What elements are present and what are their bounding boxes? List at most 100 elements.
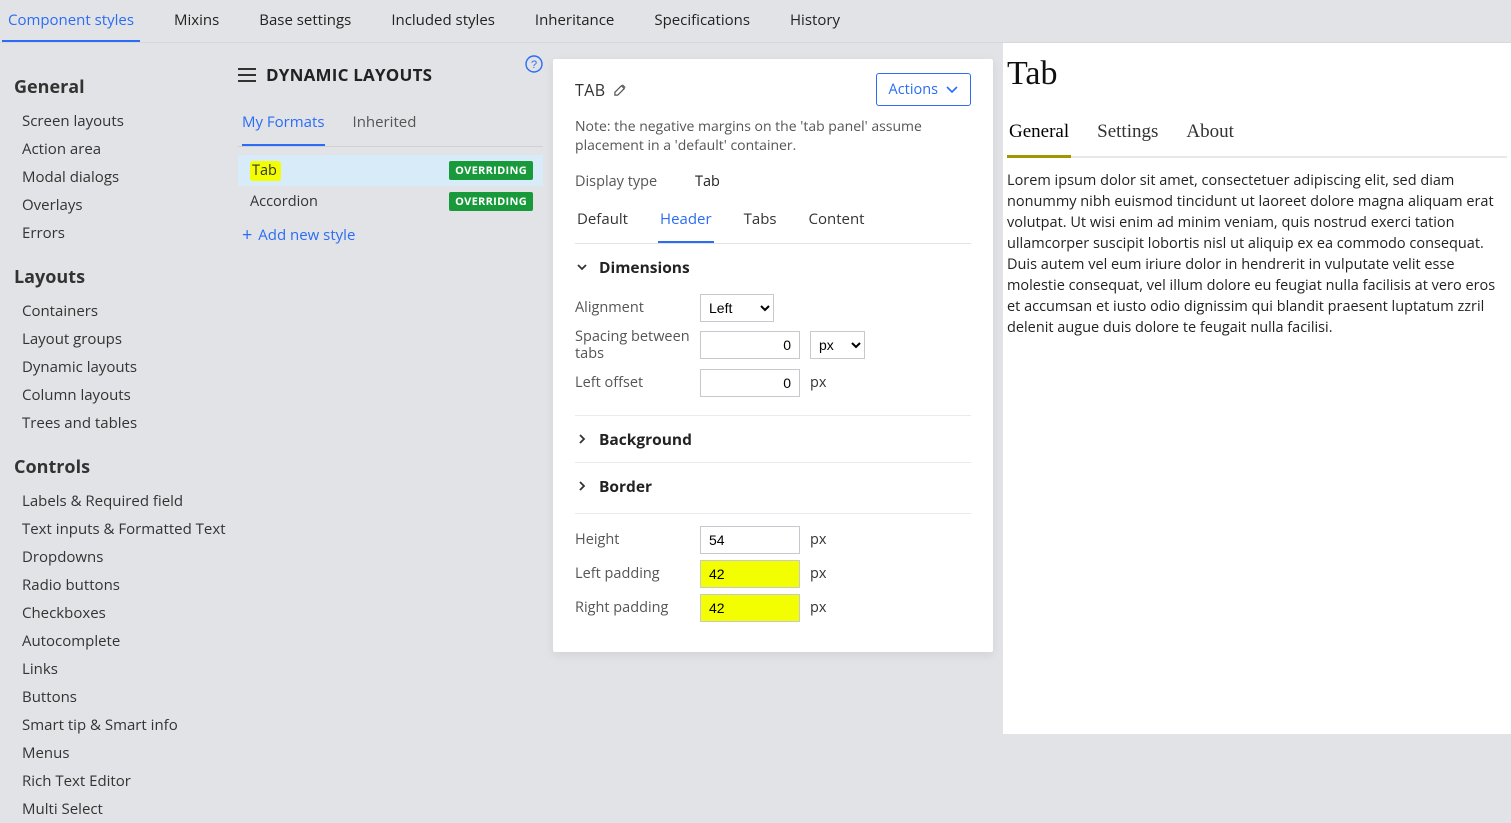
nav-item-rich-text-editor[interactable]: Rich Text Editor (14, 767, 230, 795)
nav-item-autocomplete[interactable]: Autocomplete (14, 627, 230, 655)
format-item-tab[interactable]: TabOVERRIDING (238, 155, 543, 186)
nav-item-smart-tip-smart-info[interactable]: Smart tip & Smart info (14, 711, 230, 739)
section-dimensions: Dimensions Alignment Left Spacing betwee… (575, 244, 971, 416)
left-nav: General Screen layoutsAction areaModal di… (0, 43, 238, 734)
sub-tab-inherited[interactable]: Inherited (353, 104, 417, 146)
nav-item-links[interactable]: Links (14, 655, 230, 683)
panel-title-text: TAB (575, 79, 605, 101)
section-background-title: Background (599, 428, 692, 450)
right-padding-unit: px (810, 598, 826, 617)
top-tab-inheritance[interactable]: Inheritance (529, 6, 620, 42)
section-dimensions-toggle[interactable]: Dimensions (575, 256, 971, 278)
top-tab-included-styles[interactable]: Included styles (385, 6, 501, 42)
spacing-input[interactable] (700, 331, 800, 359)
format-item-label: Accordion (250, 192, 318, 211)
preview-tab-settings[interactable]: Settings (1095, 117, 1160, 156)
height-label: Height (575, 530, 700, 549)
left-offset-label: Left offset (575, 373, 700, 392)
chevron-down-icon (946, 86, 958, 94)
section-border: Border (575, 463, 971, 509)
nav-item-radio-buttons[interactable]: Radio buttons (14, 571, 230, 599)
section-background-toggle[interactable]: Background (575, 428, 971, 450)
add-new-style-label: Add new style (258, 225, 355, 245)
alignment-select[interactable]: Left (700, 294, 774, 322)
preview-tabs: General Settings About (1007, 117, 1507, 158)
nav-item-layout-groups[interactable]: Layout groups (14, 325, 230, 353)
spacing-unit-select[interactable]: px (810, 331, 865, 359)
panel-tab-default[interactable]: Default (575, 201, 630, 243)
display-type-label: Display type (575, 172, 695, 191)
chevron-right-icon (575, 479, 589, 493)
preview-body: Lorem ipsum dolor sit amet, consectetuer… (1007, 158, 1507, 338)
plus-icon: + (242, 228, 252, 242)
svg-text:?: ? (531, 59, 537, 71)
panel-note: Note: the negative margins on the 'tab p… (575, 118, 971, 156)
nav-item-text-inputs-formatted-text[interactable]: Text inputs & Formatted Text (14, 515, 230, 543)
section-background: Background (575, 416, 971, 463)
chevron-down-icon (575, 260, 589, 274)
overriding-badge: OVERRIDING (449, 192, 533, 211)
nav-item-action-area[interactable]: Action area (14, 135, 230, 163)
section-border-toggle[interactable]: Border (575, 475, 971, 497)
chevron-right-icon (575, 432, 589, 446)
nav-item-column-layouts[interactable]: Column layouts (14, 381, 230, 409)
top-tab-component-styles[interactable]: Component styles (2, 6, 140, 42)
preview-title: Tab (1007, 51, 1507, 117)
left-offset-unit: px (810, 373, 826, 392)
top-tab-base-settings[interactable]: Base settings (253, 6, 357, 42)
nav-item-dynamic-layouts[interactable]: Dynamic layouts (14, 353, 230, 381)
left-padding-input[interactable] (700, 560, 800, 588)
top-tab-history[interactable]: History (784, 6, 846, 42)
panel-tabs: Default Header Tabs Content (575, 201, 971, 244)
help-icon[interactable]: ? (525, 55, 543, 73)
top-tab-mixins[interactable]: Mixins (168, 6, 225, 42)
format-sub-tabs: My Formats Inherited (238, 104, 543, 147)
nav-item-labels-required-field[interactable]: Labels & Required field (14, 487, 230, 515)
hamburger-icon[interactable] (238, 68, 256, 82)
format-item-accordion[interactable]: Accordion OVERRIDING (238, 186, 543, 217)
nav-group-layouts: Layouts (14, 265, 230, 289)
format-list-panel: DYNAMIC LAYOUTS ? My Formats Inherited Ta… (238, 43, 553, 734)
edit-icon[interactable] (613, 82, 628, 97)
nav-item-checkboxes[interactable]: Checkboxes (14, 599, 230, 627)
panel-title: TAB (575, 79, 628, 101)
preview-panel: Tab General Settings About Lorem ipsum dol… (1003, 43, 1511, 734)
nav-item-trees-and-tables[interactable]: Trees and tables (14, 409, 230, 437)
nav-item-modal-dialogs[interactable]: Modal dialogs (14, 163, 230, 191)
preview-tab-general[interactable]: General (1007, 117, 1071, 158)
add-new-style-button[interactable]: + Add new style (238, 217, 543, 245)
display-type-value: Tab (695, 172, 720, 191)
alignment-label: Alignment (575, 298, 700, 317)
height-unit: px (810, 530, 826, 549)
style-editor-panel: TAB Actions Note: the negative margins o… (553, 59, 993, 652)
left-padding-unit: px (810, 564, 826, 583)
overriding-badge: OVERRIDING (449, 161, 533, 180)
height-input[interactable] (700, 526, 800, 554)
section-dimensions-title: Dimensions (599, 256, 690, 278)
actions-button[interactable]: Actions (876, 73, 971, 106)
nav-item-dropdowns[interactable]: Dropdowns (14, 543, 230, 571)
nav-group-general: General (14, 75, 230, 99)
section-border-title: Border (599, 475, 652, 497)
nav-item-errors[interactable]: Errors (14, 219, 230, 247)
format-list-title: DYNAMIC LAYOUTS (266, 63, 432, 86)
nav-item-buttons[interactable]: Buttons (14, 683, 230, 711)
nav-item-screen-layouts[interactable]: Screen layouts (14, 107, 230, 135)
preview-tab-about[interactable]: About (1184, 117, 1236, 156)
format-list: TabOVERRIDING Accordion OVERRIDING (238, 155, 543, 217)
nav-item-multi-select[interactable]: Multi Select (14, 795, 230, 823)
right-padding-input[interactable] (700, 594, 800, 622)
top-tabs: Component styles Mixins Base settings Inclu… (0, 0, 1511, 43)
nav-item-overlays[interactable]: Overlays (14, 191, 230, 219)
nav-group-controls: Controls (14, 455, 230, 479)
nav-item-containers[interactable]: Containers (14, 297, 230, 325)
actions-label: Actions (889, 80, 938, 99)
panel-tab-content[interactable]: Content (807, 201, 867, 243)
nav-item-menus[interactable]: Menus (14, 739, 230, 767)
panel-tab-tabs[interactable]: Tabs (742, 201, 779, 243)
left-offset-input[interactable] (700, 369, 800, 397)
left-padding-label: Left padding (575, 564, 700, 583)
panel-tab-header[interactable]: Header (658, 201, 714, 243)
sub-tab-my-formats[interactable]: My Formats (242, 104, 325, 146)
top-tab-specifications[interactable]: Specifications (648, 6, 756, 42)
